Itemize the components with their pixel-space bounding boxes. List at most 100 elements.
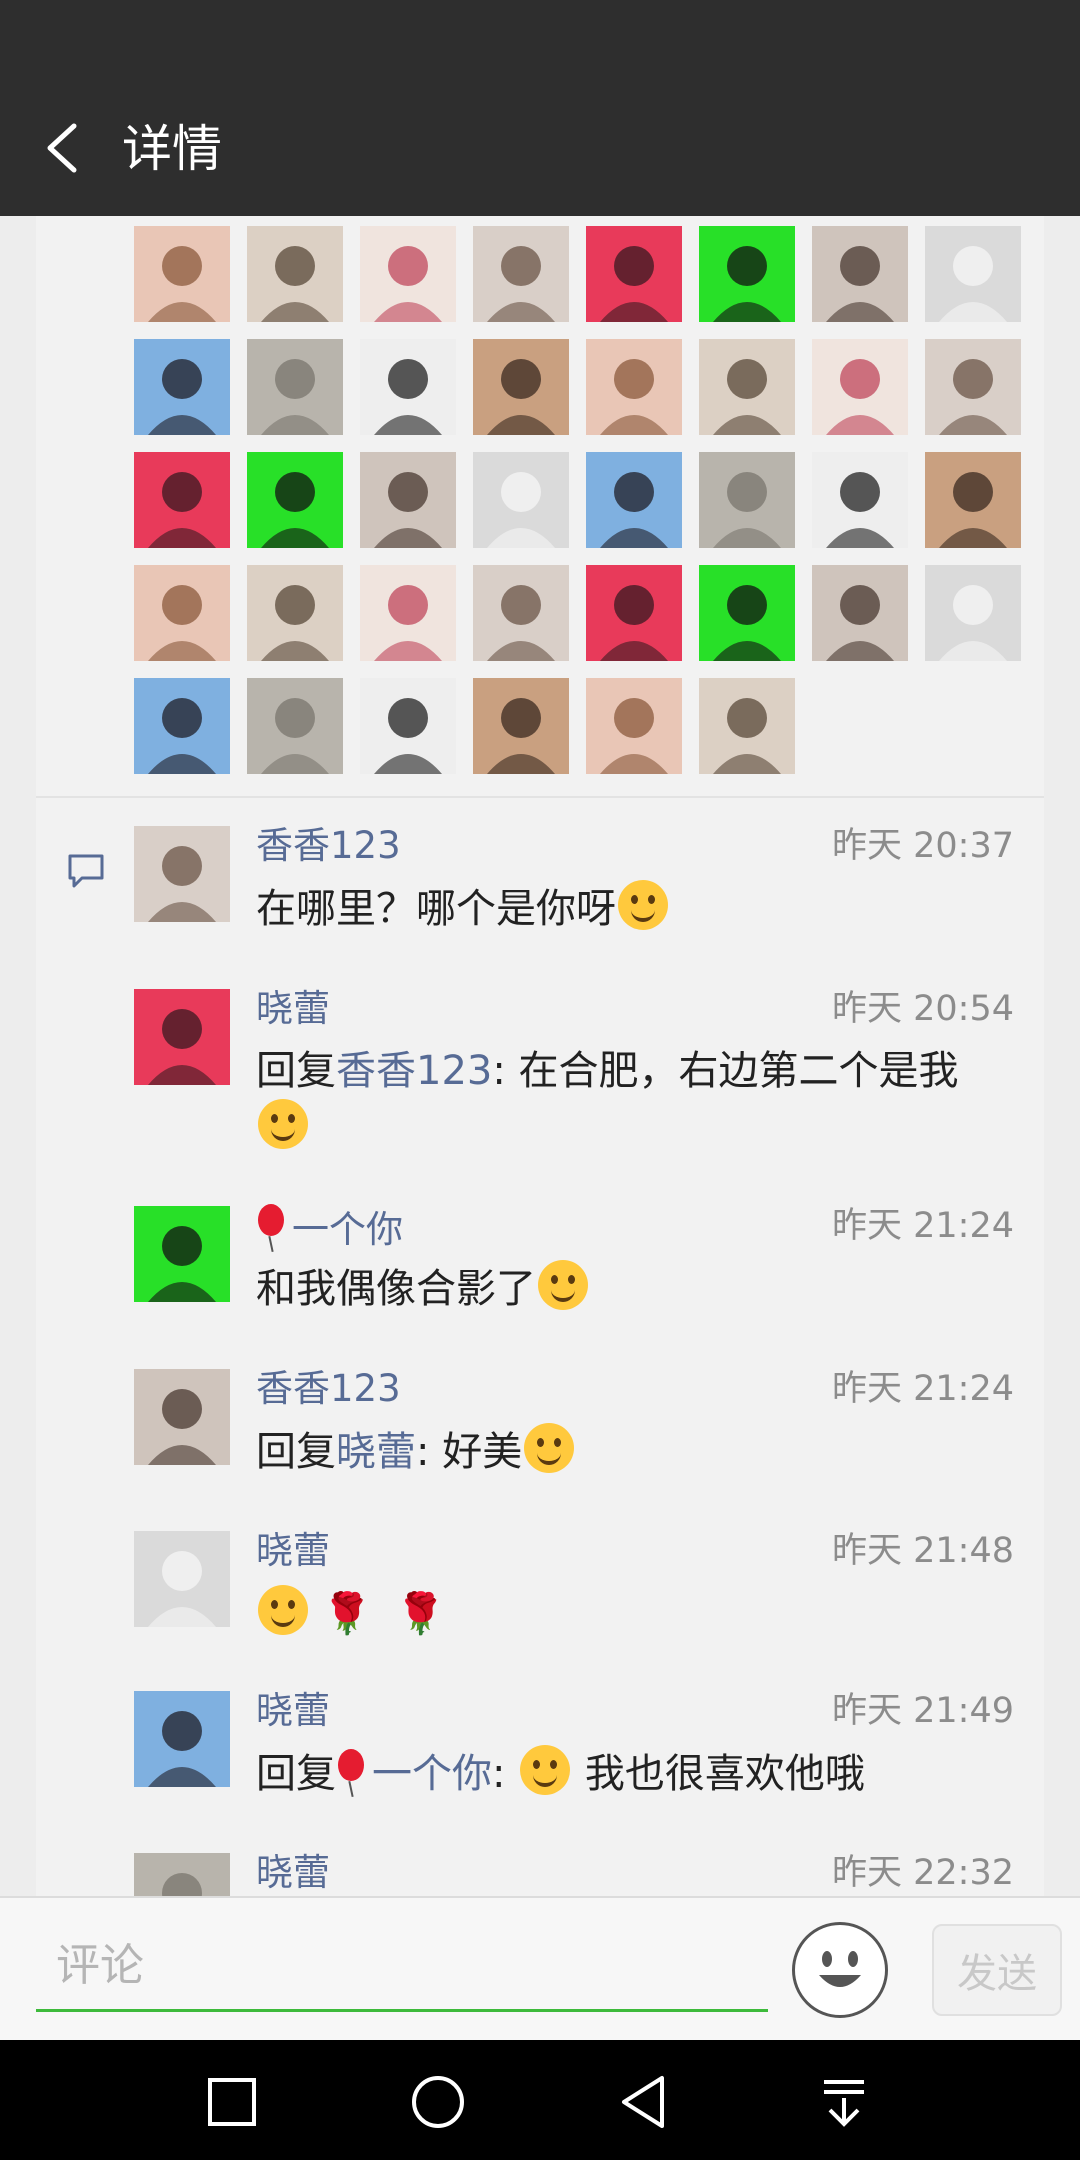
mention-link[interactable]: 香香123 [336, 1048, 492, 1094]
girl-braid-avatar[interactable] [247, 452, 343, 548]
commenter-name[interactable]: 香香123 [256, 1365, 401, 1413]
comment-time: 昨天 20:37 [832, 826, 1014, 866]
emoji-face-icon [802, 1932, 878, 2008]
drawing-girl-microphone-avatar[interactable] [247, 565, 343, 661]
girl-white-shirt-avatar[interactable] [360, 452, 456, 548]
comment-input[interactable] [36, 1922, 768, 2012]
home-button[interactable] [406, 2070, 470, 2134]
comment-icon [66, 850, 106, 890]
laugh-cry-emoji [538, 1260, 588, 1310]
balloon-icon [256, 1202, 286, 1252]
comment-time: 昨天 21:24 [832, 1369, 1014, 1409]
couple-outdoors-avatar[interactable] [812, 452, 908, 548]
send-button[interactable]: 发送 [932, 1924, 1062, 2016]
comment-time: 昨天 21:49 [832, 1691, 1014, 1731]
girl-selfie-avatar[interactable] [925, 339, 1021, 435]
comment-text: 回复晓蕾: 好美 [256, 1423, 996, 1480]
circle-icon [412, 2076, 464, 2128]
divider [36, 796, 1044, 798]
girl-profile-avatar[interactable] [586, 339, 682, 435]
rose-in-hands-avatar[interactable] [360, 226, 456, 322]
comment-time: 昨天 22:32 [832, 1853, 1014, 1893]
girl-red-bg-avatar[interactable] [586, 226, 682, 322]
girl-blue-bg-avatar[interactable] [134, 339, 230, 435]
girl-dark-hair-avatar[interactable] [699, 452, 795, 548]
woman-smiling-avatar[interactable] [134, 826, 230, 922]
commenter-name[interactable]: 晓蕾 [256, 1527, 330, 1575]
download-icon [824, 2080, 864, 2127]
girl-pink-top-avatar[interactable] [925, 452, 1021, 548]
moment-detail: 香香123 昨天 20:37 在哪里？哪个是你呀晓蕾 昨天 20:54 回复香香123:… [36, 216, 1044, 1896]
woman-smiling-avatar[interactable] [134, 565, 230, 661]
kiss-emoji [258, 1585, 308, 1635]
girl-brushing-hair-avatar[interactable] [812, 226, 908, 322]
system-nav-bar [0, 2040, 1080, 2160]
rose-icon: 🌹 [395, 1591, 446, 1637]
rose-icon: 🌹 [322, 1591, 372, 1637]
girl-pink-dress-avatar[interactable] [812, 565, 908, 661]
woman-red-coat-avatar[interactable] [247, 678, 343, 774]
commenter-name[interactable]: 一个你 [256, 1202, 403, 1254]
back-nav-button[interactable] [612, 2070, 676, 2134]
commenter-name[interactable]: 晓蕾 [256, 1687, 330, 1735]
girl-pouting-avatar[interactable] [473, 678, 569, 774]
girl-pouting-avatar[interactable] [134, 989, 230, 1085]
mention-link[interactable]: 晓蕾 [336, 1429, 416, 1475]
comment-text: 🌹 🌹 [256, 1585, 996, 1642]
girl-long-hair-2-avatar[interactable] [360, 678, 456, 774]
balloon-icon [336, 1747, 366, 1797]
totoro-avatar[interactable] [473, 565, 569, 661]
woman-in-suit-avatar[interactable] [699, 565, 795, 661]
back-arrow-icon [47, 123, 77, 173]
notification-pull-button[interactable] [812, 2070, 876, 2134]
woman-smiling-avatar[interactable] [134, 1369, 230, 1465]
woman-flower-crown-avatar[interactable] [134, 678, 230, 774]
square-icon [208, 2078, 256, 2126]
crayon-shin-chan-avatar[interactable] [473, 452, 569, 548]
page-title: 详情 [122, 120, 222, 178]
smile-emoji [618, 880, 668, 930]
emoji-button[interactable] [792, 1922, 888, 2018]
comment-text: 回复香香123: 在合肥，右边第二个是我 [256, 1043, 996, 1156]
girl-writing-avatar[interactable] [360, 339, 456, 435]
comment-text: 在哪里？哪个是你呀 [256, 880, 996, 937]
comment-text: 回复 一个你: 我也很喜欢他哦 [256, 1745, 996, 1802]
couple-with-baby-avatar[interactable] [473, 339, 569, 435]
pig-avatar[interactable] [134, 226, 230, 322]
anime-girl-avatar[interactable] [699, 339, 795, 435]
status-bar [0, 0, 1080, 78]
comment-input-bar: 发送 [0, 1896, 1080, 2040]
comment-time: 昨天 21:24 [832, 1206, 1014, 1246]
mention-link[interactable]: 一个你 [372, 1751, 492, 1797]
commenter-name[interactable]: 晓蕾 [256, 985, 330, 1033]
woman-in-doorway-avatar[interactable] [247, 226, 343, 322]
white-dog-avatar[interactable] [925, 226, 1021, 322]
girl-pouting-avatar[interactable] [134, 1531, 230, 1627]
girl-long-hair-avatar[interactable] [473, 226, 569, 322]
commenter-name[interactable]: 香香123 [256, 822, 401, 870]
triangle-back-icon [622, 2076, 664, 2128]
green-text-logo-avatar[interactable] [699, 226, 795, 322]
comment-time: 昨天 21:48 [832, 1531, 1014, 1571]
couple-on-beach-avatar[interactable] [586, 565, 682, 661]
commenter-name[interactable]: 晓蕾 [256, 1849, 330, 1896]
meme-face-avatar[interactable] [134, 452, 230, 548]
girl-covering-face-avatar[interactable] [925, 565, 1021, 661]
top-bar: 详情 [0, 78, 1080, 216]
recent-apps-button[interactable] [200, 2070, 264, 2134]
girl-pouting-avatar[interactable] [134, 1691, 230, 1787]
cartoon-guitar-avatar[interactable] [812, 339, 908, 435]
smile-emoji [520, 1745, 571, 1795]
comment-time: 昨天 20:54 [832, 989, 1014, 1029]
woman-night-light-avatar[interactable] [699, 678, 795, 774]
girl-pouting-avatar[interactable] [134, 1853, 230, 1896]
man-at-lighthouse-avatar[interactable] [586, 452, 682, 548]
woman-outdoors-avatar[interactable] [586, 678, 682, 774]
back-button[interactable] [30, 108, 106, 188]
drawing-girl-microphone-avatar[interactable] [134, 1206, 230, 1302]
silhouette-grey-avatar[interactable] [247, 339, 343, 435]
comment-text: 和我偶像合影了 [256, 1260, 996, 1317]
grin-emoji [258, 1099, 308, 1149]
likes-grid [134, 226, 1034, 796]
woman-with-fan-avatar[interactable] [360, 565, 456, 661]
